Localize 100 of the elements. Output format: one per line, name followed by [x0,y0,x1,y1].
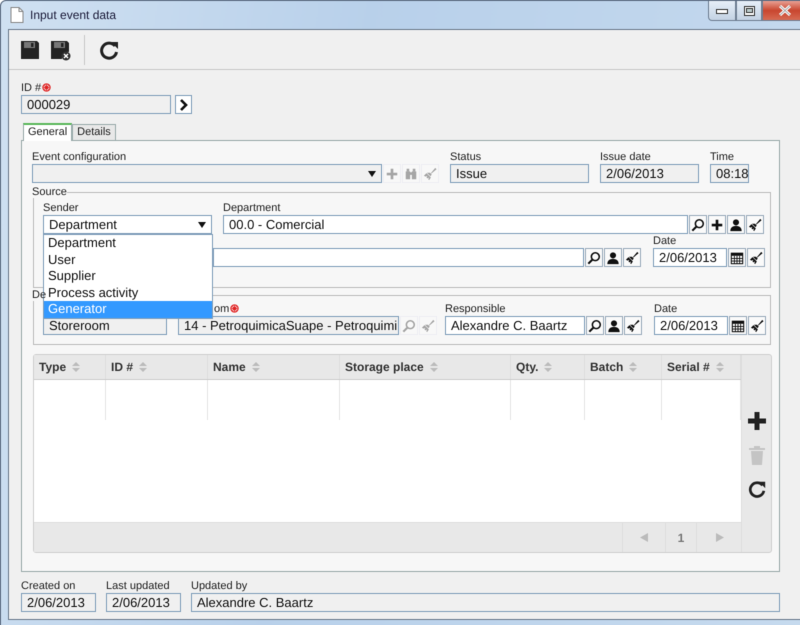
calendar-button[interactable] [729,316,747,335]
person-icon [607,318,621,332]
text-field[interactable] [213,248,584,267]
save-close-icon [49,38,71,60]
sort-icon [430,362,438,372]
brush-button[interactable] [748,316,766,335]
refresh-button[interactable] [746,479,766,499]
tab[interactable]: General [23,123,72,141]
brush-icon [423,166,437,180]
column-title: Name [213,360,246,374]
search-icon [402,318,416,332]
maximize-button[interactable] [736,1,762,21]
search-button[interactable] [585,248,603,267]
text-field[interactable]: 2/06/2013 [600,164,699,183]
trash-icon [748,445,766,465]
plus-icon [748,412,766,430]
field-label: Last updated [106,580,171,593]
brush-icon [748,218,762,232]
calendar-button[interactable] [728,248,746,267]
search-icon [691,218,705,232]
brush-button[interactable] [747,248,765,267]
save-icon [19,38,41,60]
search-button[interactable] [586,316,604,335]
field-label: Sender [43,202,80,215]
dropdown-option[interactable]: Supplier [44,268,212,285]
field-label: Date [653,235,678,248]
dropdown-option[interactable]: User [44,252,212,268]
field-label: Department [223,202,282,215]
column-header[interactable]: ID # [106,355,208,379]
go-button[interactable] [175,95,192,114]
field-label: Created on [21,580,76,593]
column-title: Serial # [667,360,710,374]
column-title: Type [39,360,66,374]
chevron-right-icon [178,98,188,110]
column-header[interactable]: Serial # [662,355,741,379]
brush-icon [625,250,639,264]
dropdown-option[interactable]: Department [44,235,212,252]
person-icon [729,218,743,232]
text-field[interactable]: 14 - PetroquimicaSuape - Petroquimi [178,316,399,335]
search-icon [588,318,602,332]
select-field[interactable]: Department [43,215,212,234]
plus-button[interactable] [708,215,726,234]
refresh-icon [98,38,120,60]
tab[interactable]: Details [72,124,116,140]
brush-icon [626,318,640,332]
text-field[interactable]: 2/06/2013 [654,316,728,335]
close-icon [778,5,792,16]
section-label: Source [32,187,67,198]
text-field[interactable]: 2/06/2013 [106,593,181,612]
minimize-icon [716,8,728,14]
triangle-right-icon [714,533,724,542]
field-label: Date [654,303,678,316]
add-button[interactable] [746,411,766,431]
column-header[interactable]: Name [208,355,340,379]
column-header[interactable]: Storage place [340,355,511,379]
sort-icon [716,362,724,372]
text-field[interactable]: Alexandre C. Baartz [191,593,780,612]
field-label: Updated by [191,580,248,593]
window-title: Input event data [30,8,116,22]
text-field[interactable]: 00.0 - Comercial [223,215,688,234]
text-field[interactable]: 2/06/2013 [21,593,96,612]
text-field[interactable]: Issue [450,164,589,183]
text-field[interactable]: Alexandre C. Baartz [445,316,585,335]
person-button[interactable] [604,248,622,267]
sort-icon [544,362,552,372]
binoculars-icon [404,166,418,180]
text-field[interactable]: 08:18 [710,164,749,183]
person-button[interactable] [727,215,745,234]
brush-icon [750,318,764,332]
brush-button[interactable] [746,215,764,234]
minimize-button[interactable] [708,1,736,21]
dropdown-arrow-icon [198,222,206,228]
calendar-icon [731,318,745,332]
column-header[interactable]: Qty. [511,355,585,379]
text-field[interactable]: 000029 [21,95,171,114]
page-number[interactable]: 1 [665,523,696,552]
brush-button[interactable] [623,248,641,267]
person-icon [606,250,620,264]
plus-icon [385,166,399,180]
sort-icon [139,362,148,372]
brush-button[interactable] [624,316,642,335]
column-title: Storage place [345,360,424,374]
document-icon [10,7,24,23]
calendar-icon [730,250,744,264]
field-label: ID # [21,82,800,95]
triangle-left-icon [640,533,648,542]
column-title: Qty. [516,360,538,374]
person-button[interactable] [605,316,623,335]
brush-icon [421,318,435,332]
text-field[interactable]: 2/06/2013 [653,248,727,267]
column-header[interactable]: Type [34,355,106,379]
field-label: Status [450,151,482,164]
dropdown-option[interactable]: Process activity [44,284,212,302]
close-button[interactable] [762,1,800,21]
search-button[interactable] [689,215,707,234]
refresh-icon [746,479,766,499]
column-header[interactable]: Batch [585,355,662,379]
field-label: Responsible [445,303,507,316]
select-field[interactable] [32,164,382,183]
column-title: ID # [111,360,134,374]
